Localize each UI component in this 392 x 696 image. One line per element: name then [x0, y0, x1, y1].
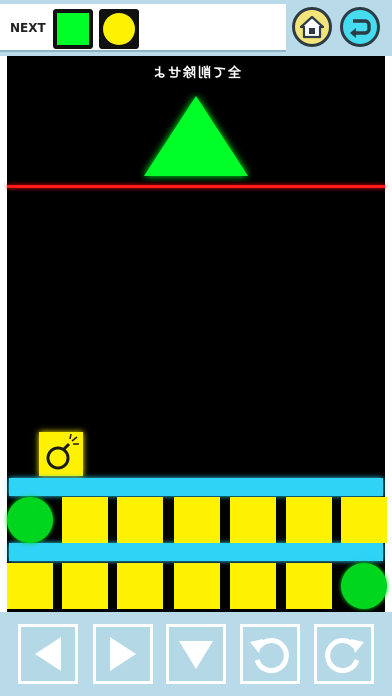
down-arrow-icon — [179, 641, 213, 669]
yellow-block — [286, 563, 332, 609]
green-ball — [341, 563, 387, 609]
bomb-icon — [46, 433, 79, 470]
yellow-block — [341, 497, 387, 543]
return-button[interactable] — [340, 7, 380, 47]
left-arrow-icon — [35, 637, 61, 671]
next-piece-square — [53, 9, 93, 49]
home-button[interactable] — [292, 7, 332, 47]
yellow-block — [174, 563, 220, 609]
next-piece-circle — [99, 9, 139, 49]
yellow-block — [286, 497, 332, 543]
limit-line — [7, 185, 385, 188]
yellow-block — [7, 563, 53, 609]
move-left-button[interactable] — [18, 624, 78, 684]
move-right-button[interactable] — [93, 624, 153, 684]
yellow-block — [230, 497, 276, 543]
home-icon — [299, 15, 325, 39]
cyan-bar-upper — [9, 478, 383, 496]
yellow-block — [117, 563, 163, 609]
yellow-block — [230, 563, 276, 609]
return-icon — [350, 19, 371, 38]
rotate-left-icon — [250, 638, 289, 674]
instruction-caption: 全て削除せよ — [151, 66, 242, 81]
rotate-right-button[interactable] — [314, 624, 374, 684]
yellow-block — [117, 497, 163, 543]
next-panel: NEXT — [0, 4, 286, 52]
rotate-right-icon — [325, 638, 364, 674]
next-label: NEXT — [10, 21, 46, 35]
cyan-bar-lower — [9, 543, 383, 561]
target-triangle — [144, 96, 248, 176]
drop-down-button[interactable] — [166, 624, 226, 684]
yellow-block — [174, 497, 220, 543]
yellow-block — [62, 563, 108, 609]
bomb-block — [39, 432, 83, 476]
right-arrow-icon — [110, 637, 136, 671]
yellow-block — [62, 497, 108, 543]
rotate-left-button[interactable] — [240, 624, 300, 684]
green-ball — [7, 497, 53, 543]
